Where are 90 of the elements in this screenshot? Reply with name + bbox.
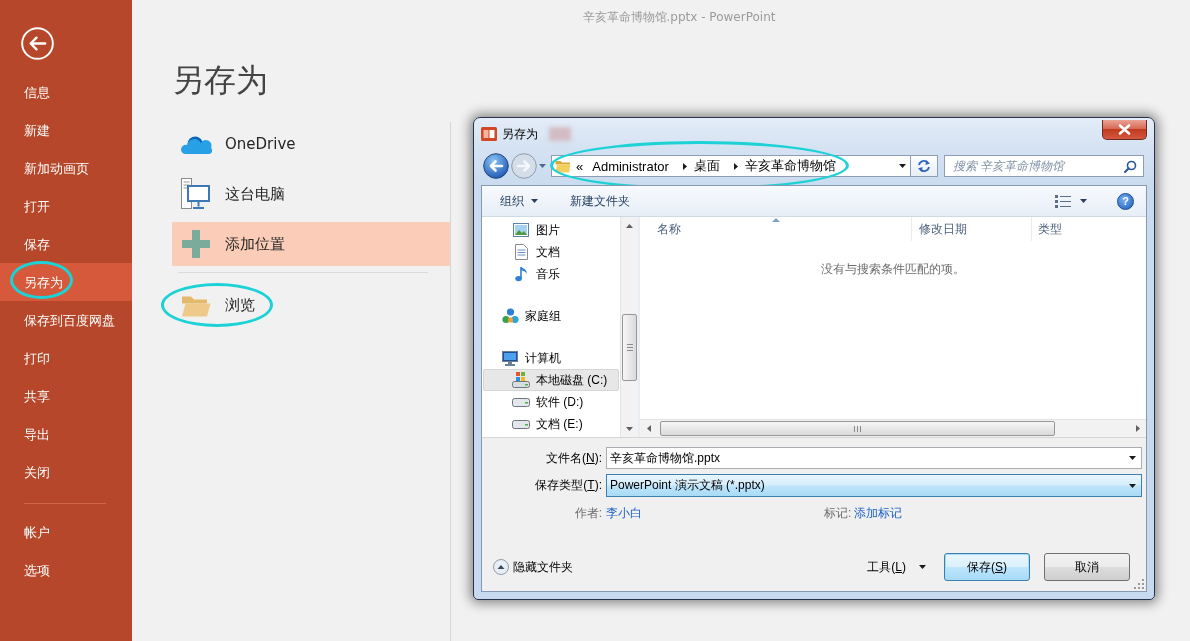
empty-message: 没有与搜索条件匹配的项。 [821, 261, 965, 278]
sidebar-item[interactable]: 帐户 [0, 513, 132, 551]
scroll-up-arrow-icon[interactable] [626, 223, 633, 228]
collapse-up-icon [493, 559, 509, 575]
scroll-right-arrow-icon[interactable] [1135, 425, 1140, 432]
sidebar-item[interactable]: 信息 [0, 73, 132, 111]
view-list-icon [1055, 194, 1071, 208]
column-header[interactable]: 名称 [640, 217, 912, 241]
new-folder-button[interactable]: 新建文件夹 [560, 189, 640, 213]
scrollbar-thumb[interactable] [660, 421, 1055, 436]
sort-arrow-icon[interactable] [771, 218, 780, 222]
breadcrumb-arrow-icon[interactable] [682, 162, 687, 170]
app-icon [481, 126, 497, 142]
tree-item[interactable]: 家庭组 [483, 305, 619, 327]
dialog-button[interactable]: 取消 [1044, 553, 1130, 581]
computer-icon [502, 350, 518, 366]
breadcrumb[interactable]: Administrator [592, 158, 669, 174]
document-icon [514, 244, 528, 260]
sidebar-item[interactable]: 新建 [0, 111, 132, 149]
plus-icon [182, 230, 210, 258]
search-icon [1124, 159, 1137, 173]
sidebar-item[interactable]: 共享 [0, 377, 132, 415]
metadata-value[interactable]: 李小白 [606, 504, 642, 522]
blurred-region [549, 127, 571, 141]
location-item[interactable]: 这台电脑 [172, 172, 450, 216]
tree-item[interactable]: 计算机 [483, 347, 619, 369]
cloud-icon [180, 134, 212, 154]
breadcrumb-arrow-icon[interactable] [733, 162, 738, 170]
dialog-title: 另存为 [502, 125, 538, 143]
metadata-label: 标记: [824, 504, 852, 522]
close-button[interactable] [1102, 120, 1147, 140]
dropdown-caret-icon[interactable] [1129, 456, 1136, 460]
sidebar-item[interactable]: 导出 [0, 415, 132, 453]
window-title: 辛亥革命博物馆.pptx - PowerPoint [582, 8, 776, 26]
sidebar-item[interactable]: 保存到百度网盘 [0, 301, 132, 339]
page-heading: 另存为 [172, 60, 268, 100]
scroll-left-arrow-icon[interactable] [646, 425, 651, 432]
address-bar[interactable]: « Administrator 桌面 辛亥革命博物馆 [551, 155, 911, 177]
refresh-icon [917, 159, 931, 173]
folder-icon [555, 159, 571, 173]
sidebar-item[interactable]: 关闭 [0, 453, 132, 491]
tree-item[interactable]: 音乐 [483, 263, 619, 285]
hide-folders-button[interactable]: 隐藏文件夹 [493, 558, 573, 576]
column-header[interactable]: 修改日期 [912, 217, 1032, 241]
tree-item[interactable]: 本地磁盘 (C:) [483, 369, 619, 391]
computer-icon [181, 178, 211, 210]
metadata-label: 作者: [574, 504, 602, 522]
music-note-icon [515, 266, 527, 282]
sidebar-item[interactable]: 另存为 [0, 263, 132, 301]
dialog-button[interactable]: 保存(S) [944, 553, 1030, 581]
homegroup-icon [501, 308, 519, 324]
tree-item[interactable]: 文档 (E:) [483, 413, 619, 435]
sidebar-item[interactable]: 新加动画页 [0, 149, 132, 187]
breadcrumb[interactable]: 桌面 [693, 157, 720, 175]
drive-icon [512, 372, 530, 388]
tree-item[interactable]: 文档 [483, 241, 619, 263]
field-label: 保存类型(T): [535, 477, 602, 494]
dropdown-caret-icon[interactable] [899, 164, 906, 168]
caret-icon [1080, 199, 1087, 203]
organize-button[interactable]: 组织 [490, 189, 548, 213]
location-item[interactable]: 添加位置 [172, 222, 450, 266]
sidebar-item[interactable]: 保存 [0, 225, 132, 263]
metadata-value[interactable]: 添加标记 [854, 504, 903, 522]
caret-icon [919, 565, 926, 569]
picture-icon [513, 223, 529, 237]
drive-icon [512, 419, 530, 429]
tree-item[interactable]: 图片 [483, 219, 619, 241]
close-icon [1118, 124, 1131, 135]
refresh-button[interactable] [911, 155, 938, 177]
history-caret-icon[interactable] [539, 164, 546, 168]
sidebar-item[interactable]: 选项 [0, 551, 132, 589]
column-header[interactable]: 类型 [1032, 217, 1146, 241]
location-item[interactable]: OneDrive [172, 122, 450, 166]
resize-grip-icon[interactable] [1134, 579, 1144, 589]
file-name-field[interactable]: 辛亥革命博物馆.pptx [606, 447, 1142, 469]
scrollbar-thumb[interactable] [622, 314, 637, 381]
file-type-dropdown[interactable]: PowerPoint 演示文稿 (*.pptx) [606, 474, 1142, 497]
search-field[interactable]: 搜索 辛亥革命博物馆 [944, 155, 1144, 177]
breadcrumb-overflow[interactable]: « [576, 158, 584, 174]
tree-item[interactable]: 软件 (D:) [483, 391, 619, 413]
location-item[interactable]: 浏览 [172, 283, 450, 327]
caret-icon [531, 199, 538, 203]
drive-icon [512, 397, 530, 407]
tools-button[interactable]: 工具(L) [867, 558, 926, 576]
sidebar-item[interactable]: 打开 [0, 187, 132, 225]
sidebar-item[interactable]: 打印 [0, 339, 132, 377]
scroll-down-arrow-icon[interactable] [626, 426, 633, 431]
field-label: 文件名(N): [546, 449, 602, 467]
dropdown-caret-icon[interactable] [1129, 483, 1136, 488]
breadcrumb[interactable]: 辛亥革命博物馆 [744, 157, 836, 175]
